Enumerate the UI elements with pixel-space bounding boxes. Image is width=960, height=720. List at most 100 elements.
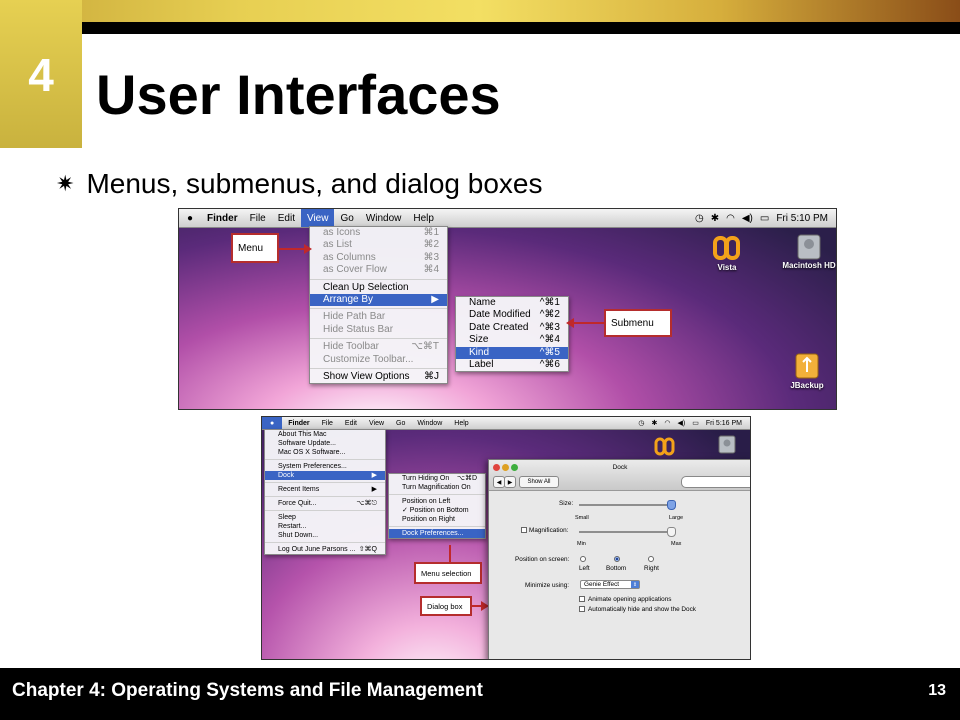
menu-view[interactable]: View [363,417,390,429]
menu-item[interactable]: Turn Hiding On ⌥⌘D [389,474,485,483]
desktop-icon-vista[interactable] [650,437,680,457]
menu-item[interactable]: as List ⌘2 [310,239,447,251]
apple-menu: About This Mac Software Update... Mac OS X… [264,429,386,555]
menu-item-shortcut: ⌘J [424,370,439,382]
menu-item[interactable]: Hide Toolbar ⌥⌘T [310,341,447,353]
menu-item[interactable]: Recent Items ▶ [265,485,385,494]
menu-item[interactable]: Force Quit... ⌥⌘⎋ [265,499,385,508]
menu-item[interactable]: Hide Status Bar [310,324,447,336]
bluetooth-icon[interactable]: ✱ [651,419,657,427]
menu-item-label: Dock Preferences... [402,530,464,537]
menu-edit[interactable]: Edit [339,417,363,429]
position-bottom-radio[interactable] [614,556,620,562]
magnification-checkbox[interactable] [521,527,527,533]
apple-menu-icon[interactable]: ● [262,417,283,429]
page-number: 13 [928,682,946,699]
menu-edit[interactable]: Edit [272,209,301,227]
menu-item[interactable]: System Preferences... [265,462,385,471]
menu-item[interactable]: Clean Up Selection [310,282,447,294]
menu-item[interactable]: Software Update... [265,439,385,448]
volume-icon[interactable]: ◀) [742,213,753,224]
menu-item-label: Position on Left [402,498,451,505]
position-label: Position on screen: [515,556,570,563]
battery-icon[interactable]: ▭ [692,419,699,427]
menu-separator [389,494,485,495]
menu-item[interactable]: Restart... [265,522,385,531]
menu-window[interactable]: Window [360,209,408,227]
menu-item[interactable]: Position on Right [389,515,485,524]
menu-item-label: Turn Magnification On [402,484,471,491]
menu-item-label: Show View Options [323,370,410,382]
menu-help[interactable]: Help [407,209,440,227]
menu-item[interactable]: Turn Magnification On [389,483,485,492]
hard-drive-icon [797,234,821,260]
magnification-slider-track[interactable] [579,531,676,533]
menu-item[interactable]: as Columns ⌘3 [310,252,447,264]
apple-menu-icon[interactable]: ● [179,209,201,227]
menu-go[interactable]: Go [334,209,359,227]
menu-item[interactable]: as Cover Flow ⌘4 [310,264,447,276]
menu-item[interactable]: Show View Options ⌘J [310,371,447,383]
magnification-label: Magnification: [529,527,569,534]
menu-window[interactable]: Window [411,417,448,429]
size-slider-track[interactable] [579,504,676,506]
menu-item[interactable]: ✓ Position on Bottom [389,506,485,515]
clock[interactable]: Fri 5:10 PM [776,213,828,224]
menu-item[interactable]: Date Created ^⌘3 [456,322,568,334]
menu-item[interactable]: Size ^⌘4 [456,334,568,346]
time-machine-icon[interactable]: ◷ [638,419,644,427]
menu-item-label: ✓ Position on Bottom [402,507,469,514]
menu-item[interactable]: About This Mac [265,430,385,439]
menu-item[interactable]: Name ^⌘1 [456,297,568,309]
menu-item[interactable]: Date Modified ^⌘2 [456,309,568,321]
wifi-icon[interactable]: ◠ [726,213,735,224]
menu-item[interactable]: Kind ^⌘5 [456,346,568,359]
battery-icon[interactable]: ▭ [760,213,769,224]
desktop-icon-jbackup[interactable]: JBackup [787,351,827,390]
time-machine-icon[interactable]: ◷ [695,213,704,224]
menu-help[interactable]: Help [448,417,474,429]
menu-item[interactable]: Customize Toolbar... [310,354,447,366]
menu-extras: ◷ ✱ ◠ ◀) ▭ Fri 5:10 PM [688,213,836,224]
size-slider-knob[interactable] [667,500,677,510]
menu-view[interactable]: View [300,209,335,227]
desktop-icon-macintosh-hd[interactable]: Macintosh HD [779,231,836,270]
menu-item[interactable]: Sleep [265,513,385,522]
bluetooth-icon[interactable]: ✱ [711,213,719,224]
menu-item[interactable]: Dock ▶ [265,471,385,480]
desktop-icon-macintosh-hd[interactable] [712,433,742,455]
menu-finder[interactable]: Finder [282,417,315,429]
desktop-icon-vista[interactable]: Vista [707,235,747,272]
animate-checkbox[interactable] [579,596,585,602]
menu-item[interactable]: Arrange By ▶ [310,293,447,307]
wifi-icon[interactable]: ◠ [664,419,670,427]
magnification-slider-knob[interactable] [667,527,677,537]
menu-go[interactable]: Go [390,417,411,429]
menu-file[interactable]: File [244,209,272,227]
menu-item[interactable]: Shut Down... [265,531,385,540]
menu-item[interactable]: Hide Path Bar [310,311,447,323]
menu-item-label: Recent Items [278,486,320,493]
menu-item[interactable]: Position on Left [389,497,485,506]
volume-icon[interactable]: ◀) [677,419,685,427]
menu-item[interactable]: Dock Preferences... [389,529,485,538]
minimize-effect-select[interactable]: Genie Effect ⇕ [580,580,640,589]
show-all-button[interactable]: Show All [519,476,559,488]
position-left-radio[interactable] [580,556,586,562]
menu-item[interactable]: Label ^⌘6 [456,359,568,371]
search-field[interactable] [681,476,750,488]
menu-item-shortcut: ⌘3 [423,251,439,263]
clock[interactable]: Fri 5:16 PM [706,420,742,427]
menu-item[interactable]: Mac OS X Software... [265,448,385,457]
callout-dialog-box-label: Dialog box [427,601,463,611]
autohide-checkbox[interactable] [579,606,585,612]
menu-file[interactable]: File [316,417,339,429]
forward-button[interactable]: ▶ [504,476,516,488]
desktop-icon-label: JBackup [790,381,824,390]
position-right-radio[interactable] [648,556,654,562]
menu-item[interactable]: as Icons ⌘1 [310,227,447,239]
menu-finder[interactable]: Finder [201,209,244,227]
menu-item[interactable]: Log Out June Parsons ... ⇧⌘Q [265,545,385,554]
callout-menu-selection-arrow [449,545,451,562]
menu-item-label: Date Created [469,321,529,333]
